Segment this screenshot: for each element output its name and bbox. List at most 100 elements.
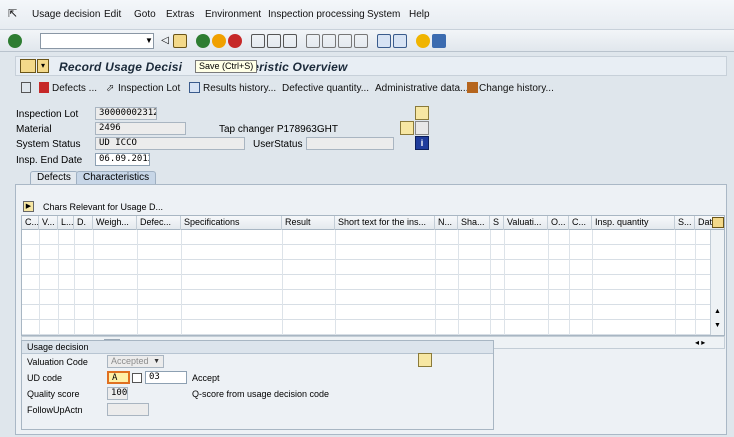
user-status-field[interactable]: [306, 137, 394, 150]
first-page-icon[interactable]: [306, 34, 320, 48]
menu-system[interactable]: System: [367, 9, 400, 20]
col-c[interactable]: C...: [22, 216, 39, 230]
table-row[interactable]: [22, 230, 712, 245]
quality-score-field[interactable]: 100: [107, 387, 128, 400]
col-divider: [74, 230, 75, 335]
col-l[interactable]: L...: [58, 216, 74, 230]
col-divider: [458, 230, 459, 335]
previous-page-icon[interactable]: [322, 34, 336, 48]
ud-code-search-icon[interactable]: [132, 373, 142, 383]
lot-details-icon[interactable]: [415, 106, 429, 120]
scroll-down-icon[interactable]: ▼: [714, 322, 721, 329]
tab-defects[interactable]: Defects: [30, 171, 78, 185]
vertical-scrollbar[interactable]: ▲ ▼: [710, 230, 724, 335]
insp-end-date-field[interactable]: 06.09.2012: [95, 153, 150, 166]
menu-usage-decision[interactable]: Usage decision: [32, 9, 100, 20]
menu-inspection-processing[interactable]: Inspection processing: [268, 9, 365, 20]
col-divider: [490, 230, 491, 335]
col-divider: [181, 230, 182, 335]
menu-icon[interactable]: ⇱: [8, 7, 17, 20]
col-result[interactable]: Result: [282, 216, 335, 230]
menu-edit[interactable]: Edit: [104, 9, 121, 20]
scroll-up-icon[interactable]: ▲: [714, 308, 721, 315]
col-divider: [39, 230, 40, 335]
find-next-icon[interactable]: [283, 34, 297, 48]
defects-button[interactable]: Defects ...: [52, 83, 97, 94]
command-dropdown-icon[interactable]: ▼: [144, 34, 154, 48]
ud-code-catalog-field[interactable]: 03: [145, 371, 187, 384]
table-row[interactable]: [22, 320, 712, 335]
col-v[interactable]: V...: [39, 216, 58, 230]
next-page-icon[interactable]: [338, 34, 352, 48]
overview-icon[interactable]: [21, 82, 31, 93]
col-insp-quantity[interactable]: Insp. quantity: [592, 216, 675, 230]
material-field[interactable]: 2496: [95, 122, 186, 135]
col-n[interactable]: N...: [435, 216, 458, 230]
scroll-left-right-icon[interactable]: ◂ ▸: [695, 338, 705, 347]
results-history-button[interactable]: Results history...: [203, 83, 276, 94]
back-icon[interactable]: [196, 34, 210, 48]
system-status-field[interactable]: UD ICCO: [95, 137, 245, 150]
title-bar: ▾ Record Usage Decisi cteristic Overview …: [15, 56, 727, 76]
change-history-button[interactable]: Change history...: [479, 83, 554, 94]
menu-environment[interactable]: Environment: [205, 9, 261, 20]
last-page-icon[interactable]: [354, 34, 368, 48]
shortcut-icon[interactable]: [393, 34, 407, 48]
material-description: Tap changer P178963GHT: [219, 124, 338, 135]
table-row[interactable]: [22, 260, 712, 275]
col-specifications[interactable]: Specifications: [181, 216, 282, 230]
followup-label: FollowUpActn: [27, 405, 83, 415]
table-row[interactable]: [22, 305, 712, 320]
col-divider: [504, 230, 505, 335]
print-icon[interactable]: [251, 34, 265, 48]
table-row[interactable]: [22, 245, 712, 260]
chevron-left-icon[interactable]: ◁: [158, 34, 172, 48]
cancel-icon[interactable]: [228, 34, 242, 48]
edit-long-text-icon[interactable]: [418, 353, 432, 367]
info-icon[interactable]: i: [415, 136, 429, 150]
chevron-down-icon[interactable]: ▼: [153, 356, 160, 367]
col-weighting[interactable]: Weigh...: [93, 216, 137, 230]
command-field[interactable]: [40, 33, 154, 49]
dropdown-icon[interactable]: ▾: [37, 59, 49, 73]
table-settings-icon[interactable]: [712, 217, 724, 228]
valuation-code-select[interactable]: Accepted ▼: [107, 355, 164, 368]
defective-quantity-button[interactable]: Defective quantity...: [282, 83, 369, 94]
menu-extras[interactable]: Extras: [166, 9, 194, 20]
administrative-data-button[interactable]: Administrative data...: [375, 83, 468, 94]
col-divider: [58, 230, 59, 335]
col-s2[interactable]: S...: [675, 216, 695, 230]
col-defects[interactable]: Defec...: [137, 216, 181, 230]
inspection-lot-field[interactable]: 30000002312: [95, 107, 157, 120]
enter-icon[interactable]: [8, 34, 22, 48]
material-details-icon[interactable]: [400, 121, 414, 135]
inspection-lot-button[interactable]: Inspection Lot: [118, 83, 180, 94]
col-s[interactable]: S: [490, 216, 504, 230]
help-icon[interactable]: [416, 34, 430, 48]
menu-help[interactable]: Help: [409, 9, 430, 20]
save-icon[interactable]: [173, 34, 187, 48]
col-short-text[interactable]: Short text for the ins...: [335, 216, 435, 230]
table-row[interactable]: [22, 275, 712, 290]
col-o[interactable]: O...: [548, 216, 569, 230]
table-caption: Chars Relevant for Usage D...: [43, 202, 164, 212]
copy-icon[interactable]: [415, 121, 429, 135]
col-valuation[interactable]: Valuati...: [504, 216, 548, 230]
find-icon[interactable]: [267, 34, 281, 48]
col-d[interactable]: D.: [74, 216, 93, 230]
tab-characteristics[interactable]: Characteristics: [76, 171, 157, 185]
layout-menu-icon[interactable]: [432, 34, 446, 48]
create-session-icon[interactable]: [377, 34, 391, 48]
results-history-icon: [189, 82, 200, 93]
followup-field[interactable]: [107, 403, 149, 416]
ud-code-field[interactable]: A: [107, 371, 130, 384]
ud-code-text: Accept: [192, 373, 220, 383]
menu-goto[interactable]: Goto: [134, 9, 156, 20]
screen-menu-icon[interactable]: [20, 59, 36, 73]
exit-icon[interactable]: [212, 34, 226, 48]
expand-icon[interactable]: ▶: [23, 201, 34, 212]
table-row[interactable]: [22, 290, 712, 305]
col-sha[interactable]: Sha...: [458, 216, 490, 230]
col-c2[interactable]: C...: [569, 216, 592, 230]
table-caption-bar: ▶ Chars Relevant for Usage D...: [21, 200, 724, 215]
